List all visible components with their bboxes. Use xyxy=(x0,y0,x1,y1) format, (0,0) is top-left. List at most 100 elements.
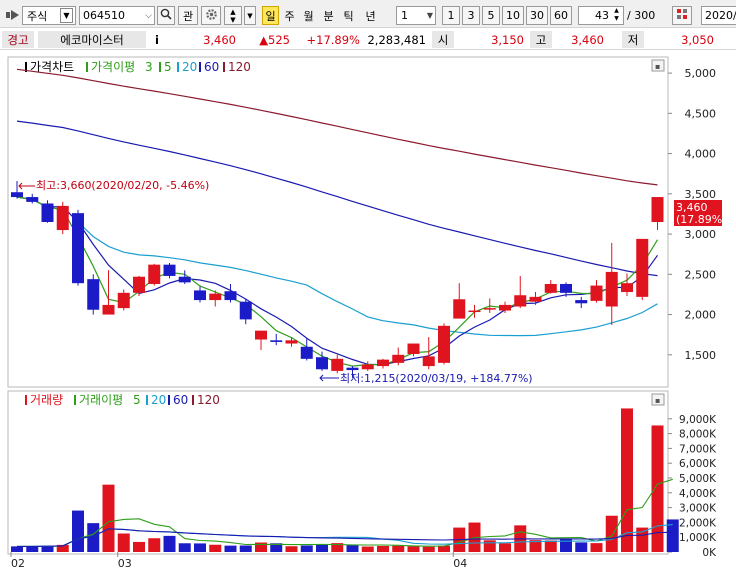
volume-bar xyxy=(194,543,206,552)
date-input[interactable]: 2020/0 xyxy=(701,6,736,25)
price-pane-option-button[interactable]: ▪ xyxy=(651,59,665,72)
high-value: 3,460 xyxy=(571,32,604,47)
candle xyxy=(529,296,542,302)
tab-month-label: 월 xyxy=(303,9,314,23)
interval-button-1[interactable]: 1 xyxy=(442,6,460,25)
interval-value: 1 xyxy=(401,9,408,22)
interval-button-label: 5 xyxy=(487,9,495,22)
price-tick-label: 4,500 xyxy=(685,107,717,120)
volume-bar xyxy=(621,408,633,552)
x-tick-label: 03 xyxy=(118,557,132,570)
volume-legend-3: 20 xyxy=(151,393,166,407)
candle xyxy=(636,238,649,297)
volume-tick-label: 0K xyxy=(702,547,717,559)
svg-text:▪: ▪ xyxy=(655,62,660,71)
watchlist-label: 관 xyxy=(182,9,194,23)
candle xyxy=(255,330,267,340)
x-tick-label: 02 xyxy=(11,557,25,570)
candle xyxy=(209,293,222,301)
candle xyxy=(483,308,496,310)
legend-marker xyxy=(168,395,170,405)
move-stepper[interactable]: ▲ ▼ xyxy=(224,6,242,25)
search-button[interactable] xyxy=(157,6,175,25)
volume-legend-5: 120 xyxy=(197,393,220,407)
legend-marker xyxy=(74,395,76,405)
info-button[interactable]: i xyxy=(150,31,164,48)
interval-button-5[interactable]: 5 xyxy=(482,6,500,25)
chart-svg[interactable]: 가격차트 가격이평 3 5 20 60 120 거래량 거래이평 5 20 60… xyxy=(0,52,736,571)
menu-icon[interactable] xyxy=(6,9,20,21)
watchlist-button[interactable]: 관 xyxy=(178,6,198,25)
volume-bar xyxy=(392,545,405,552)
volume-bar xyxy=(377,545,389,552)
price-legend-2: 3 xyxy=(145,60,153,74)
tab-year[interactable]: 년 xyxy=(362,6,379,25)
candle xyxy=(285,340,298,344)
volume-legend-0: 거래량 xyxy=(30,393,63,407)
legend-marker xyxy=(86,62,88,72)
volume-legend-2: 5 xyxy=(133,393,141,407)
tab-tick[interactable]: 틱 xyxy=(340,6,357,25)
volume-bar xyxy=(300,545,313,552)
volume-bar xyxy=(163,535,176,552)
volume-legend-1: 거래이평 xyxy=(79,393,123,407)
candle xyxy=(544,283,557,293)
settings-button[interactable] xyxy=(201,6,221,25)
candle xyxy=(148,264,161,284)
chart-area: 가격차트 가격이평 3 5 20 60 120 거래량 거래이평 5 20 60… xyxy=(0,52,736,571)
price-tick-label: 1,500 xyxy=(685,349,717,362)
open-value: 3,150 xyxy=(491,32,524,47)
volume-bar xyxy=(87,523,100,552)
current-price: 3,460 xyxy=(203,32,236,47)
candle xyxy=(117,292,130,309)
candle xyxy=(102,304,115,315)
volume-pane-option-button[interactable]: ▪ xyxy=(651,393,665,406)
tab-day[interactable]: 일 xyxy=(262,6,279,25)
interval-button-10[interactable]: 10 xyxy=(502,6,524,25)
chart-grid-button[interactable] xyxy=(672,6,692,25)
tab-minute[interactable]: 분 xyxy=(320,6,337,25)
interval-select[interactable]: 1 ▼ xyxy=(396,6,436,25)
candle xyxy=(178,276,191,283)
code-input[interactable]: 064510 ⌵ xyxy=(79,6,155,25)
count-stepper[interactable]: 43 ▲ ▼ xyxy=(578,6,624,25)
price-tick-label: 3,500 xyxy=(685,188,717,201)
tab-month[interactable]: 월 xyxy=(300,6,317,25)
spin-icon: ▲ ▼ xyxy=(614,7,619,22)
volume-bar xyxy=(209,544,222,552)
tab-year-label: 년 xyxy=(365,9,376,23)
candle xyxy=(224,291,237,301)
extra-dropdown[interactable]: ▼ xyxy=(244,6,256,25)
last-change-label: (17.89%) xyxy=(676,213,727,226)
chevron-down-icon: ⌵ xyxy=(145,10,152,21)
volume-bar xyxy=(636,527,649,552)
gear-icon xyxy=(205,8,218,24)
quote-bar: 경고 에코마이스터 i 3,460 ▲525 +17.89% 2,283,481… xyxy=(0,28,736,50)
candle xyxy=(133,276,145,293)
interval-button-30[interactable]: 30 xyxy=(526,6,548,25)
volume-tick-label: 6,000K xyxy=(679,458,717,470)
volume-bar xyxy=(117,533,130,552)
candle xyxy=(377,359,389,367)
volume-bar xyxy=(407,546,420,552)
svg-text:▪: ▪ xyxy=(655,396,660,405)
interval-button-60[interactable]: 60 xyxy=(550,6,572,25)
chevron-down-icon: ▼ xyxy=(426,11,433,20)
tab-week[interactable]: 주 xyxy=(281,6,298,25)
volume-bar xyxy=(26,546,39,552)
candle xyxy=(72,213,84,284)
price-tick-label: 4,000 xyxy=(685,148,717,161)
market-select[interactable]: 주식 ▼ xyxy=(22,6,76,25)
candle xyxy=(422,356,435,367)
interval-button-3[interactable]: 3 xyxy=(462,6,480,25)
interval-button-label: 10 xyxy=(506,9,520,22)
price-legend-3: 5 xyxy=(164,60,172,74)
low-label: 저 xyxy=(622,31,644,48)
market-select-label: 주식 xyxy=(27,9,48,23)
price-pane xyxy=(7,56,669,388)
candle xyxy=(590,285,603,301)
legend-marker xyxy=(177,62,179,72)
price-legend-1: 가격이평 xyxy=(91,60,135,74)
volume-bar xyxy=(605,515,618,552)
candle xyxy=(651,197,664,222)
